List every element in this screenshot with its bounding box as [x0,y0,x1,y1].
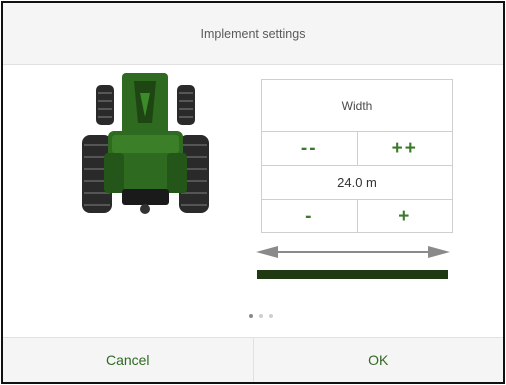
ok-button[interactable]: OK [252,338,504,382]
big-step-row: -- ++ [262,132,452,166]
small-step-row: - + [262,200,452,233]
width-setting-panel: Width -- ++ 24.0 m - + [261,79,453,233]
page-dot[interactable] [269,314,273,318]
tractor-rear-view-icon [82,73,209,214]
width-label: Width [262,80,452,132]
page-indicator [249,311,289,321]
big-decrease-button[interactable]: -- [262,132,357,165]
cancel-button[interactable]: Cancel [3,338,253,382]
dialog-footer: Cancel OK [3,337,503,382]
dialog-header: Implement settings [3,3,503,65]
dialog-body: Width -- ++ 24.0 m - + [3,65,503,341]
double-arrow-horizontal-icon [256,246,450,258]
page-dot[interactable] [259,314,263,318]
implement-width-bar [257,270,448,279]
small-decrease-button[interactable]: - [262,200,357,233]
implement-settings-dialog: Implement settings Width -- ++ 24.0 m - … [1,1,505,384]
small-increase-button[interactable]: + [356,200,453,233]
page-dot-active[interactable] [249,314,253,318]
dialog-title: Implement settings [200,26,306,41]
big-increase-button[interactable]: ++ [356,132,453,165]
width-value: 24.0 m [262,166,452,200]
